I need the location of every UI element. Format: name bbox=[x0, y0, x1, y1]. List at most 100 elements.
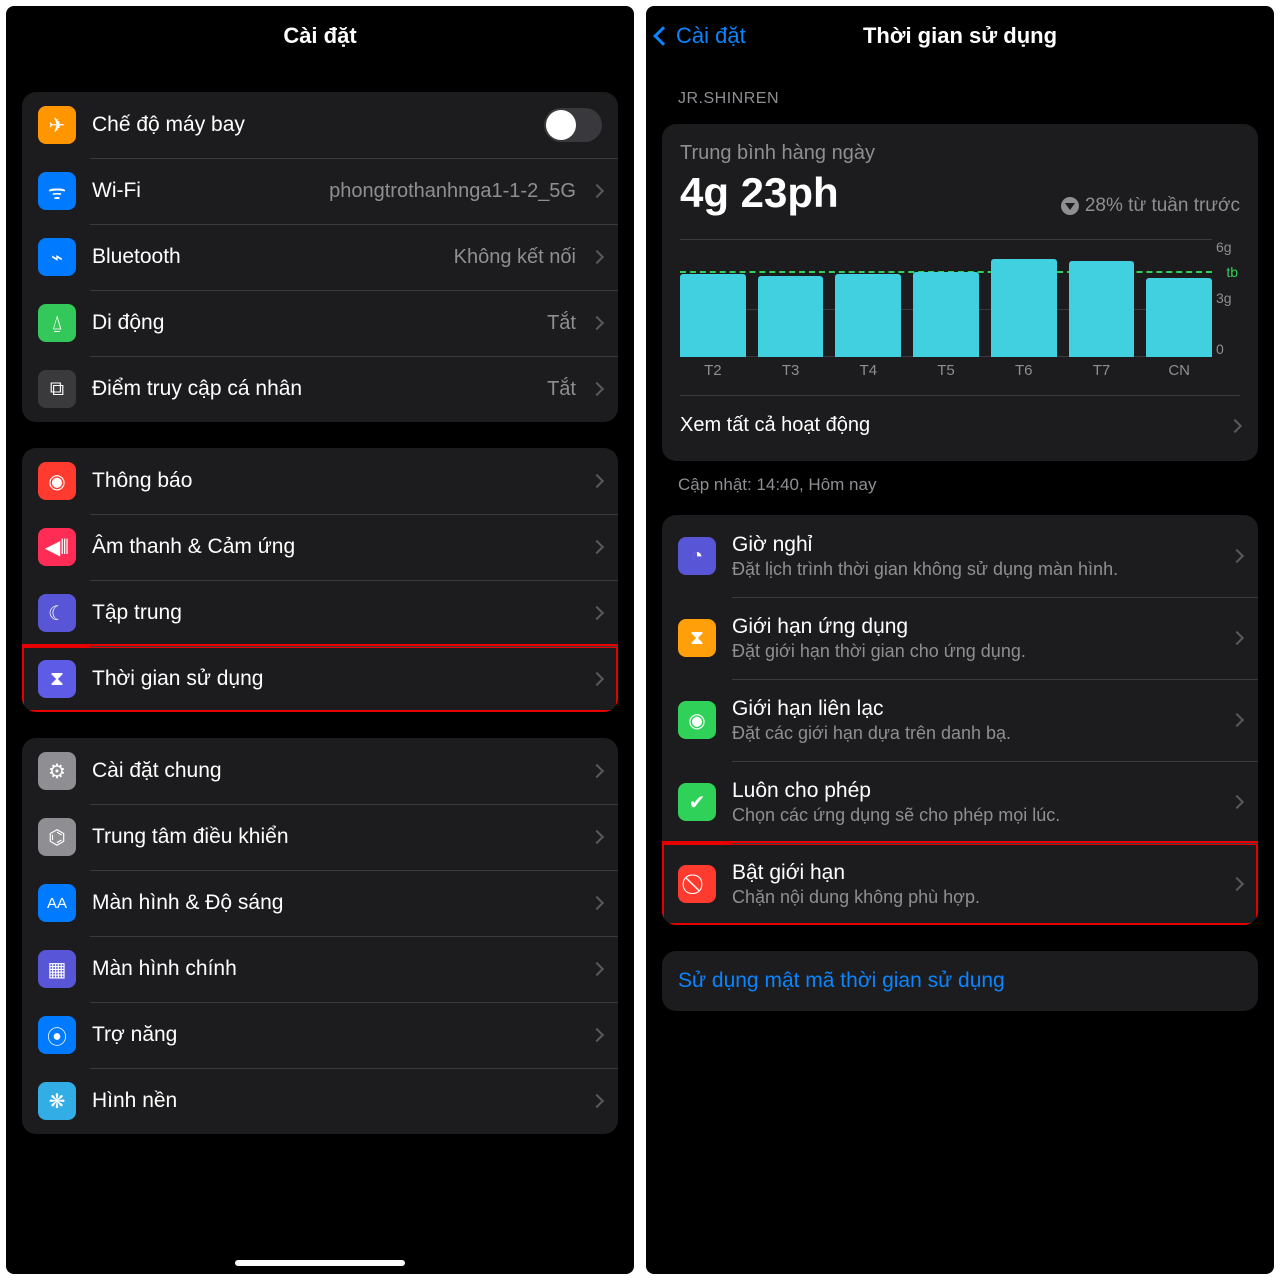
settings-group-network: ✈Chế độ máy bay ᯤ Wi-Fi phongtrothanhnga1-1… bbox=[22, 92, 618, 422]
control-center-row[interactable]: ⌬ Trung tâm điều khiển bbox=[22, 804, 618, 870]
chevron-right-icon bbox=[590, 1028, 604, 1042]
hourglass-icon: ⧗ bbox=[38, 660, 76, 698]
hotspot-row[interactable]: ⧉ Điểm truy cập cá nhân Tắt bbox=[22, 356, 618, 422]
display-row[interactable]: AAMàn hình & Độ sáng bbox=[22, 870, 618, 936]
wifi-row[interactable]: ᯤ Wi-Fi phongtrothanhnga1-1-2_5G bbox=[22, 158, 618, 224]
chevron-right-icon bbox=[590, 672, 604, 686]
chevron-right-icon bbox=[590, 1094, 604, 1108]
apps-grid-icon: ▦ bbox=[38, 950, 76, 988]
back-button[interactable]: Cài đặt bbox=[656, 23, 746, 49]
chart-x-label: T3 bbox=[758, 362, 824, 379]
accessibility-row[interactable]: ⦿ Trợ năng bbox=[22, 1002, 618, 1068]
wallpaper-icon: ❋ bbox=[38, 1082, 76, 1120]
app-limits-row[interactable]: ⧗ Giới hạn ứng dụngĐặt giới hạn thời gian… bbox=[662, 597, 1258, 679]
hotspot-value: Tắt bbox=[547, 378, 584, 401]
accessibility-icon: ⦿ bbox=[38, 1016, 76, 1054]
comm-limits-row[interactable]: ◉Giới hạn liên lạcĐặt các giới hạn dựa t… bbox=[662, 679, 1258, 761]
sounds-row[interactable]: ◀⦀ Âm thanh & Cảm ứng bbox=[22, 514, 618, 580]
general-row[interactable]: ⚙Cài đặt chung bbox=[22, 738, 618, 804]
bell-icon: ◉ bbox=[38, 462, 76, 500]
hotspot-icon: ⧉ bbox=[38, 370, 76, 408]
avg-value: 4g 23ph bbox=[680, 169, 839, 217]
chevron-right-icon bbox=[590, 474, 604, 488]
screen-time-options: ◔Giờ nghỉĐặt lịch trình thời gian không … bbox=[662, 515, 1258, 925]
switches-icon: ⌬ bbox=[38, 818, 76, 856]
chart-y-label: 0 bbox=[1216, 341, 1240, 357]
content-restrictions-row[interactable]: ⃠Bật giới hạnChặn nội dung không phù hợp… bbox=[662, 843, 1258, 925]
screen-time-content: JR.SHINREN Trung bình hàng ngày 4g 23ph … bbox=[646, 66, 1274, 1274]
wifi-label: Wi-Fi bbox=[92, 179, 141, 203]
control-center-label: Trung tâm điều khiển bbox=[92, 825, 289, 849]
page-title: Cài đặt bbox=[283, 23, 356, 49]
airplane-toggle[interactable] bbox=[544, 108, 602, 142]
chevron-right-icon bbox=[590, 830, 604, 844]
chart-x-label: T5 bbox=[913, 362, 979, 379]
home-screen-row[interactable]: ▦ Màn hình chính bbox=[22, 936, 618, 1002]
chevron-right-icon bbox=[590, 382, 604, 396]
chevron-right-icon bbox=[590, 250, 604, 264]
arrow-down-icon bbox=[1061, 197, 1079, 215]
focus-row[interactable]: ☾Tập trung bbox=[22, 580, 618, 646]
bluetooth-value: Không kết nối bbox=[454, 246, 584, 269]
chart-bar bbox=[991, 259, 1057, 357]
text-size-icon: AA bbox=[38, 884, 76, 922]
page-title: Thời gian sử dụng bbox=[863, 23, 1057, 49]
wifi-icon: ᯤ bbox=[38, 172, 76, 210]
hotspot-label: Điểm truy cập cá nhân bbox=[92, 377, 302, 401]
chevron-right-icon bbox=[590, 540, 604, 554]
airplane-row[interactable]: ✈Chế độ máy bay bbox=[22, 92, 618, 158]
cellular-value: Tắt bbox=[547, 312, 584, 335]
chevron-right-icon bbox=[1228, 418, 1242, 432]
chart-bar bbox=[680, 274, 746, 357]
screen-time-label: Thời gian sử dụng bbox=[92, 667, 263, 691]
app-limits-title: Giới hạn ứng dụng bbox=[732, 615, 1224, 639]
view-all-activity[interactable]: Xem tất cả hoạt động bbox=[680, 395, 1240, 451]
wallpaper-row[interactable]: ❋Hình nền bbox=[22, 1068, 618, 1134]
always-allowed-title: Luôn cho phép bbox=[732, 779, 1224, 803]
comm-limits-subtitle: Đặt các giới hạn dựa trên danh bạ. bbox=[732, 723, 1224, 744]
notifications-row[interactable]: ◉Thông báo bbox=[22, 448, 618, 514]
settings-group-general: ⚙Cài đặt chung⌬Trung tâm điều khiểnAAMàn… bbox=[22, 738, 618, 1134]
bluetooth-icon: ⌁ bbox=[38, 238, 76, 276]
header: Cài đặt Thời gian sử dụng bbox=[646, 6, 1274, 66]
content-restrictions-title: Bật giới hạn bbox=[732, 861, 1224, 885]
chevron-right-icon bbox=[590, 764, 604, 778]
bluetooth-row[interactable]: ⌁ Bluetooth Không kết nối bbox=[22, 224, 618, 290]
use-passcode-link[interactable]: Sử dụng mật mã thời gian sử dụng bbox=[662, 951, 1258, 1011]
home-screen-label: Màn hình chính bbox=[92, 957, 237, 981]
hourglass-icon: ⧗ bbox=[678, 619, 716, 657]
speaker-icon: ◀⦀ bbox=[38, 528, 76, 566]
home-indicator[interactable] bbox=[235, 1260, 405, 1266]
bluetooth-label: Bluetooth bbox=[92, 245, 181, 269]
screen-time-screen: Cài đặt Thời gian sử dụng JR.SHINREN Tru… bbox=[646, 6, 1274, 1274]
sounds-label: Âm thanh & Cảm ứng bbox=[92, 535, 295, 559]
focus-label: Tập trung bbox=[92, 601, 182, 625]
cellular-row[interactable]: ⍙Di độngTắt bbox=[22, 290, 618, 356]
chevron-left-icon bbox=[653, 26, 673, 46]
accessibility-label: Trợ năng bbox=[92, 1023, 177, 1047]
chevron-right-icon bbox=[1230, 631, 1244, 645]
chart-x-label: T2 bbox=[680, 362, 746, 379]
chart-bar bbox=[913, 272, 979, 357]
owner-label: JR.SHINREN bbox=[662, 66, 1258, 116]
settings-content: ✈Chế độ máy bay ᯤ Wi-Fi phongtrothanhnga1-1… bbox=[6, 66, 634, 1274]
chart-y-label: 3g bbox=[1216, 290, 1240, 306]
airplane-icon: ✈ bbox=[38, 106, 76, 144]
content-restrictions-subtitle: Chặn nội dung không phù hợp. bbox=[732, 887, 1224, 908]
settings-screen: Cài đặt ✈Chế độ máy bay ᯤ Wi-Fi phongtrotha… bbox=[6, 6, 634, 1274]
chevron-right-icon bbox=[1230, 795, 1244, 809]
chevron-right-icon bbox=[1230, 877, 1244, 891]
app-limits-subtitle: Đặt giới hạn thời gian cho ứng dụng. bbox=[732, 641, 1224, 662]
chart-x-label: CN bbox=[1146, 362, 1212, 379]
screen-time-row[interactable]: ⧗ Thời gian sử dụng bbox=[22, 646, 618, 712]
wifi-value: phongtrothanhnga1-1-2_5G bbox=[329, 180, 584, 203]
chevron-right-icon bbox=[1230, 713, 1244, 727]
downtime-title: Giờ nghỉ bbox=[732, 533, 1224, 557]
chevron-right-icon bbox=[1230, 549, 1244, 563]
downtime-row[interactable]: ◔Giờ nghỉĐặt lịch trình thời gian không … bbox=[662, 515, 1258, 597]
always-allowed-subtitle: Chọn các ứng dụng sẽ cho phép mọi lúc. bbox=[732, 805, 1224, 826]
avg-label: Trung bình hàng ngày bbox=[680, 142, 1240, 165]
chevron-right-icon bbox=[590, 184, 604, 198]
always-allowed-row[interactable]: ✔Luôn cho phépChọn các ứng dụng sẽ cho p… bbox=[662, 761, 1258, 843]
chart-bar bbox=[835, 274, 901, 357]
